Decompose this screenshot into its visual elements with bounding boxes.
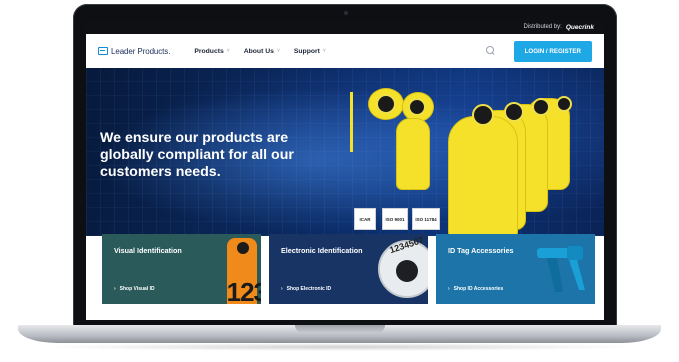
tag-hole <box>532 98 550 116</box>
distributed-by-label: Distributed by: <box>523 24 562 30</box>
hero-headline: We ensure our products are globally comp… <box>100 130 294 180</box>
chevron-right-icon: › <box>114 286 116 292</box>
chevron-right-icon: › <box>281 286 283 292</box>
card-title: ID Tag Accessories <box>448 246 514 255</box>
shop-electronic-id-link[interactable]: › Shop Electronic ID <box>281 286 331 292</box>
tag-hole <box>408 98 426 116</box>
category-cards: 123 Visual Identification › Shop Visual I… <box>102 234 595 304</box>
logo-icon <box>98 47 108 55</box>
distributor-logo[interactable]: Quecrink <box>566 24 594 31</box>
laptop-shadow <box>40 343 640 351</box>
tag-hole <box>376 94 396 114</box>
main-nav: Leader Products. Products ˅ About Us ˅ Sup… <box>86 34 604 68</box>
tag-hole <box>472 104 494 126</box>
card-title: Electronic Identification <box>281 246 363 255</box>
tag-center <box>396 260 418 282</box>
tag-hole <box>504 102 524 122</box>
cert-icar: ICAR <box>354 208 376 230</box>
hero-banner: We ensure our products are globally comp… <box>86 68 604 236</box>
chevron-down-icon: ˅ <box>322 48 326 54</box>
card-visual-identification[interactable]: 123 Visual Identification › Shop Visual I… <box>102 234 261 304</box>
nav-menu: Products ˅ About Us ˅ Support ˅ <box>194 48 326 55</box>
tag-hole <box>237 242 249 254</box>
card-title: Visual Identification <box>114 246 182 255</box>
ear-tag-large <box>448 116 518 236</box>
cert-iso9001: ISO 9001 <box>382 208 408 230</box>
stage: Distributed by: Quecrink Leader Products… <box>0 0 679 362</box>
search-icon[interactable] <box>485 46 496 56</box>
shop-visual-id-link[interactable]: › Shop Visual ID <box>114 286 155 292</box>
nav-item-about-us[interactable]: About Us ˅ <box>244 48 280 55</box>
ear-tag <box>396 118 430 190</box>
tag-applicator-pin <box>350 92 353 152</box>
card-id-tag-accessories[interactable]: ID Tag Accessories › Shop ID Accessories <box>436 234 595 304</box>
chevron-down-icon: ˅ <box>276 48 280 54</box>
tag-number-text: 123 <box>226 277 261 304</box>
brand-logo[interactable]: Leader Products. <box>98 47 170 56</box>
website-screen: Distributed by: Quecrink Leader Products… <box>86 20 604 320</box>
nav-item-support[interactable]: Support ˅ <box>294 48 326 55</box>
chevron-down-icon: ˅ <box>226 48 230 54</box>
chevron-right-icon: › <box>448 286 450 292</box>
tag-applicator-image <box>537 246 585 292</box>
cert-iso11784: ISO 11784 <box>412 208 440 230</box>
login-register-button[interactable]: LOGIN / REGISTER <box>513 40 592 62</box>
nav-item-products[interactable]: Products ˅ <box>194 48 229 55</box>
distributor-strip: Distributed by: Quecrink <box>86 20 604 34</box>
brand-name: Leader Products. <box>111 46 171 56</box>
tag-hole <box>556 96 572 112</box>
camera-icon <box>344 11 348 15</box>
laptop-notch <box>295 325 385 333</box>
shop-id-accessories-link[interactable]: › Shop ID Accessories <box>448 286 503 292</box>
card-electronic-identification[interactable]: 1234567 Electronic Identification › Shop … <box>269 234 428 304</box>
